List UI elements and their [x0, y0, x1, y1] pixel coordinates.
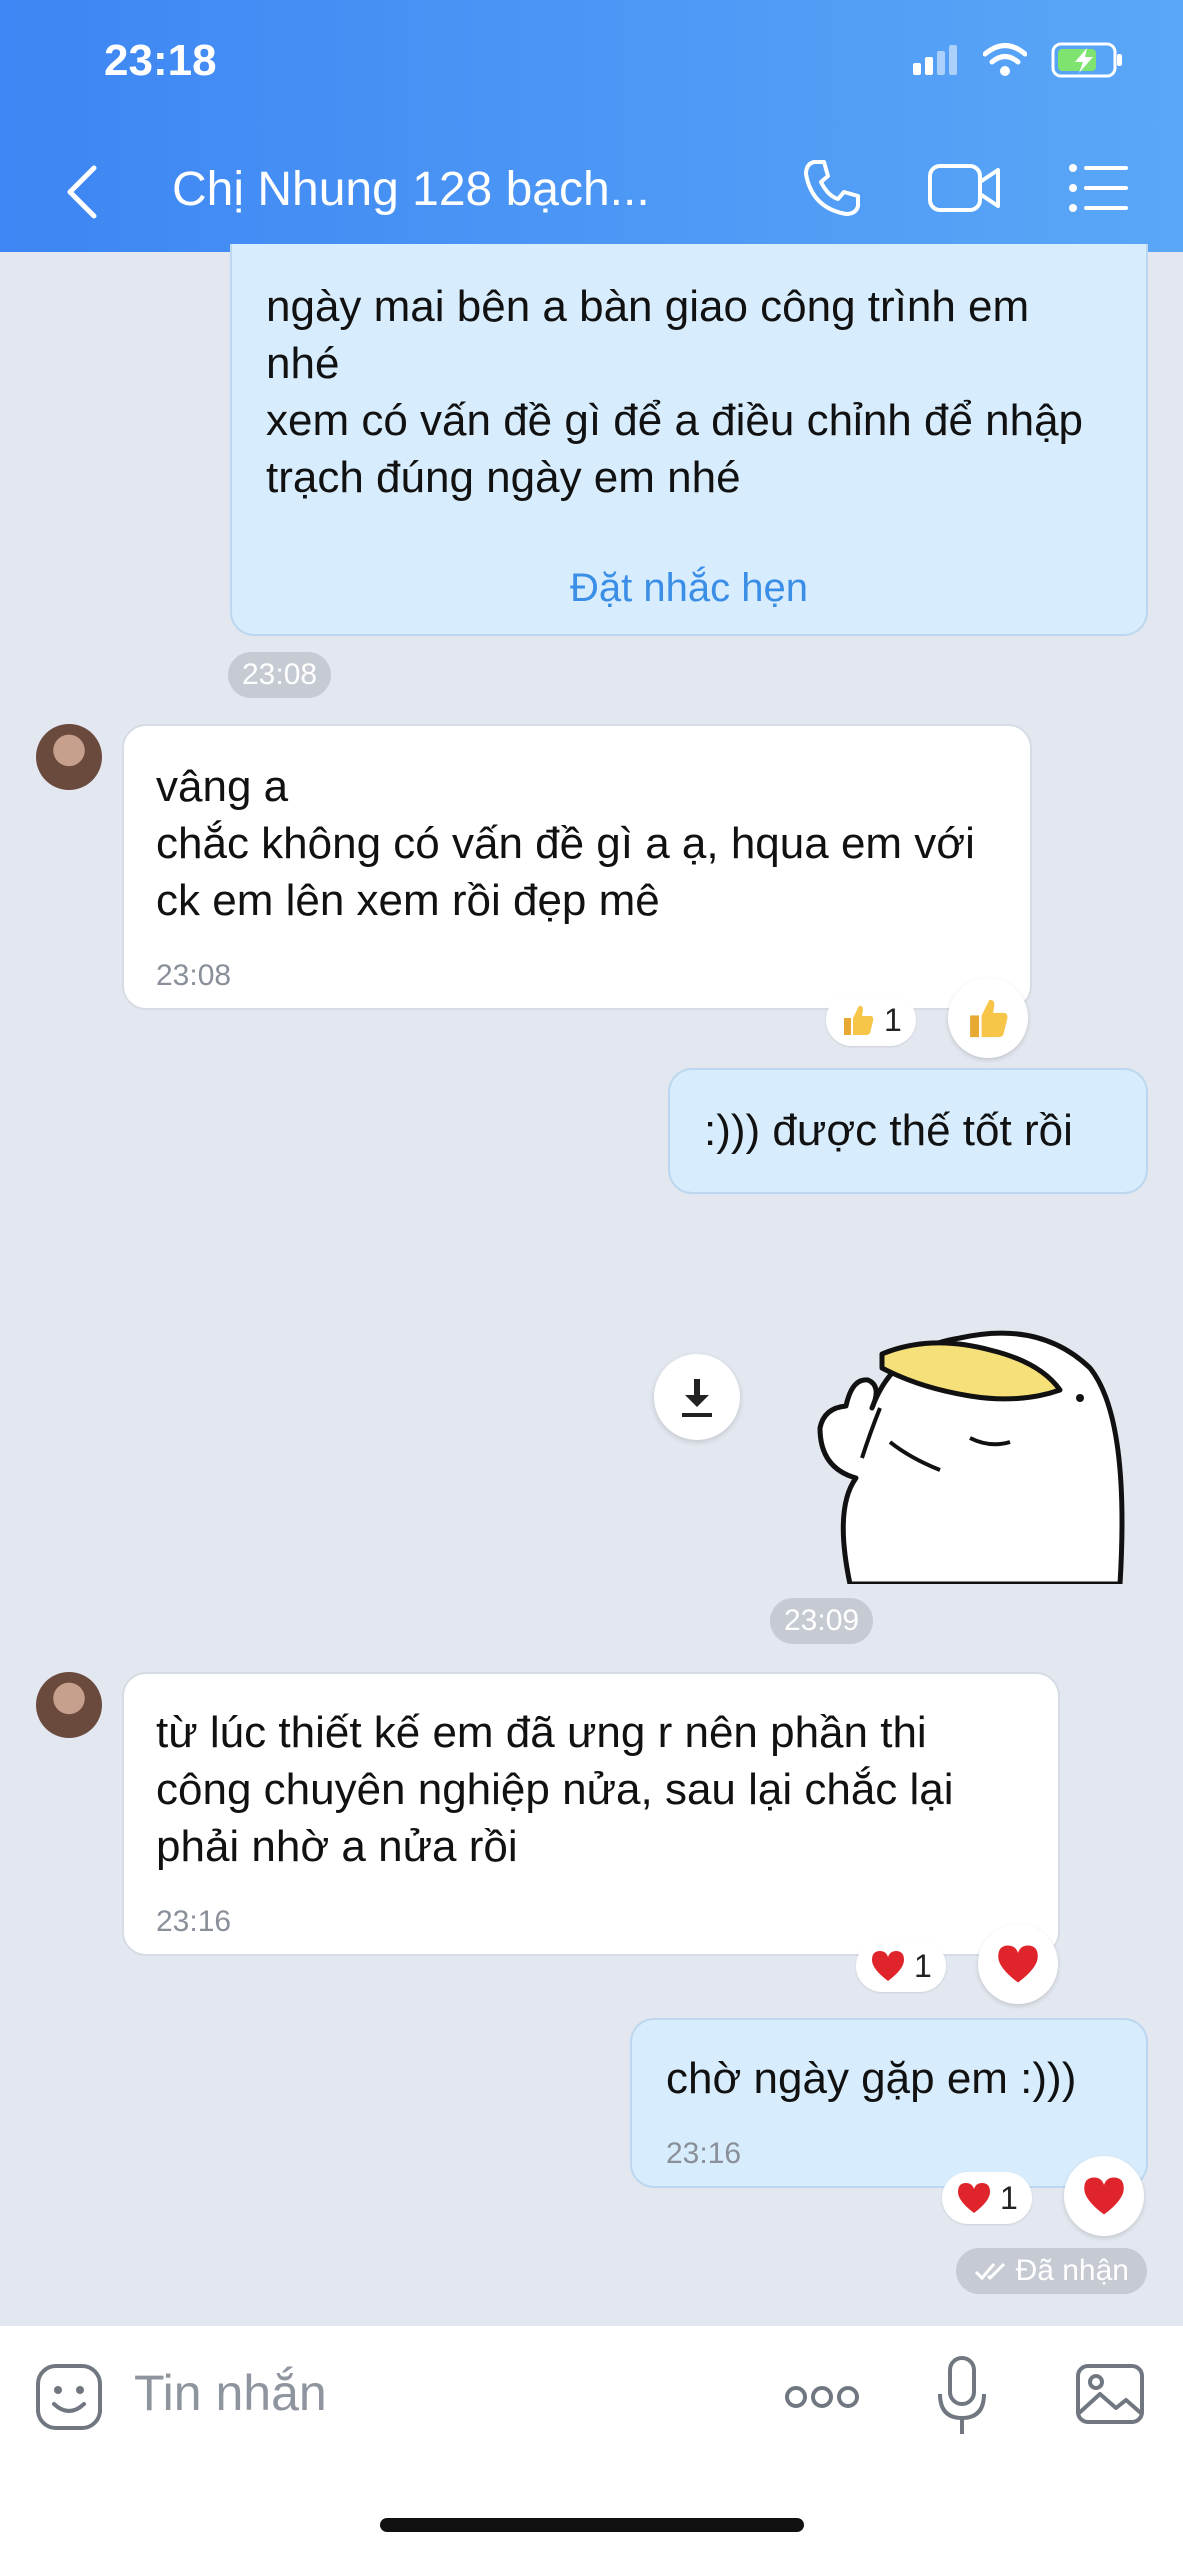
- react-button[interactable]: [978, 1924, 1058, 2004]
- double-check-icon: [974, 2262, 1005, 2281]
- emoji-icon[interactable]: [34, 2362, 104, 2432]
- download-button[interactable]: [654, 1354, 740, 1440]
- reaction-count-value: 1: [1000, 2179, 1018, 2216]
- phone-icon[interactable]: [800, 156, 864, 220]
- delivery-status: Đã nhận: [955, 2248, 1147, 2294]
- message-text: từ lúc thiết kế em đã ưng r nên phần thi…: [156, 1708, 954, 1871]
- avatar[interactable]: [36, 1672, 102, 1738]
- message-text: chờ ngày gặp em :))): [666, 2054, 1077, 2103]
- chat-title[interactable]: Chị Nhung 128 bạch...: [172, 162, 650, 217]
- video-call-icon[interactable]: [926, 156, 1002, 220]
- reaction-count-value: 1: [914, 1947, 932, 1984]
- thumbs-up-icon: [970, 999, 1008, 1038]
- wifi-icon: [983, 43, 1027, 76]
- react-button[interactable]: [1064, 2156, 1144, 2236]
- avatar[interactable]: [36, 724, 102, 790]
- message-text: vâng a chắc không có vấn đề gì a ạ, hqua…: [156, 762, 975, 925]
- sticker-duck[interactable]: [790, 1308, 1130, 1584]
- reaction-count[interactable]: 1: [856, 1940, 946, 1992]
- delivery-status-text: Đã nhận: [1015, 2254, 1129, 2287]
- microphone-icon[interactable]: [934, 2354, 990, 2440]
- signal-icon: [913, 45, 957, 75]
- thumbs-up-icon: [844, 1005, 874, 1035]
- heart-icon: [872, 1951, 904, 1981]
- reaction-count[interactable]: 1: [826, 994, 916, 1046]
- message-incoming[interactable]: từ lúc thiết kế em đã ưng r nên phần thi…: [122, 1672, 1060, 1956]
- menu-list-icon[interactable]: [1066, 156, 1130, 220]
- message-outgoing[interactable]: :))) được thế tốt rồi: [668, 1068, 1148, 1194]
- message-text: :))) được thế tốt rồi: [704, 1106, 1073, 1155]
- title-row: Chị Nhung 128 bạch...: [0, 150, 1183, 230]
- heart-icon: [1084, 2177, 1124, 2215]
- back-icon[interactable]: [60, 162, 104, 222]
- status-time: 23:18: [104, 36, 217, 85]
- message-incoming[interactable]: vâng a chắc không có vấn đề gì a ạ, hqua…: [122, 724, 1032, 1010]
- heart-icon: [998, 1945, 1038, 1983]
- heart-icon: [958, 2183, 990, 2213]
- reaction-count[interactable]: 1: [942, 2172, 1032, 2224]
- message-outgoing[interactable]: chờ ngày gặp em :))) 23:16: [630, 2018, 1148, 2188]
- message-outgoing[interactable]: ngày mai bên a bàn giao công trình em nh…: [230, 244, 1148, 636]
- time-pill: 23:09: [770, 1598, 874, 1644]
- message-text: ngày mai bên a bàn giao công trình em nh…: [266, 282, 1084, 502]
- time-pill: 23:08: [228, 652, 332, 698]
- set-reminder-link[interactable]: Đặt nhắc hẹn: [232, 560, 1146, 617]
- image-icon[interactable]: [1074, 2362, 1146, 2426]
- react-button[interactable]: [948, 978, 1028, 1058]
- chat-header: 23:18 Chị Nhung 128 bạch...: [0, 0, 1183, 252]
- more-icon[interactable]: [784, 2382, 860, 2412]
- download-icon: [682, 1379, 712, 1417]
- reaction-count-value: 1: [884, 1001, 902, 1038]
- status-icons: [913, 42, 1123, 78]
- battery-icon: [1051, 42, 1122, 78]
- message-time: 23:16: [666, 2137, 742, 2170]
- message-input[interactable]: Tin nhắn: [134, 2364, 327, 2422]
- home-indicator: [380, 2518, 804, 2532]
